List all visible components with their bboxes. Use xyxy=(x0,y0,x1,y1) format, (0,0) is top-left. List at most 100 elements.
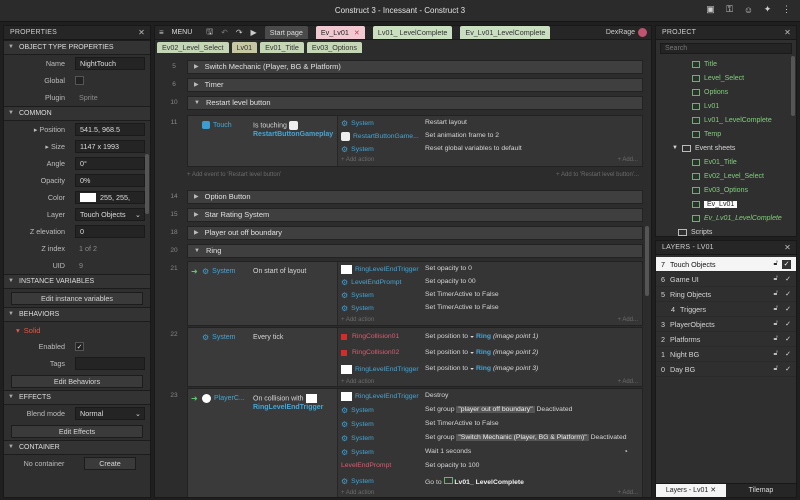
event-condition[interactable]: ⚙ System Every tick xyxy=(188,328,338,386)
action-row[interactable]: ⚙ System Set group "Switch Mechanic (Playe… xyxy=(339,432,642,446)
size-field[interactable]: 1147 x 1993 xyxy=(75,140,145,153)
section-container[interactable]: ▼ CONTAINER xyxy=(4,440,150,455)
event-22[interactable]: ⚙ System Every tick RingCollision01 Set po… xyxy=(187,327,643,387)
layer-item[interactable]: 4 Triggers 🔓︎ ✓ xyxy=(656,302,796,317)
condition-object[interactable]: PlayerC... xyxy=(202,394,245,403)
blend-select[interactable]: Normal ⌄ xyxy=(75,407,145,420)
layer-item[interactable]: 6 Game UI 🔓︎ ✓ xyxy=(656,272,796,287)
condition-text[interactable]: Is touching RestartButtonGameplay xyxy=(253,121,333,139)
lock-icon[interactable]: 🔓︎ xyxy=(773,290,778,298)
add-more-link[interactable]: + Add... xyxy=(617,317,638,323)
layer-item[interactable]: 2 Platforms 🔓︎ ✓ xyxy=(656,332,796,347)
lock-icon[interactable]: 🔓︎ xyxy=(773,335,778,343)
action-row[interactable]: RestartButtonGame... Set animation frame … xyxy=(339,130,642,144)
close-icon[interactable]: ✕ xyxy=(138,26,145,40)
add-to-group-link[interactable]: + Add to 'Restart level button'... xyxy=(556,172,639,178)
action-row[interactable]: RingLevelEndTrigger Set opacity to 0 xyxy=(339,263,642,277)
section-common[interactable]: ▼ COMMON xyxy=(4,106,150,121)
check-icon[interactable]: ✓ xyxy=(785,350,791,358)
tree-item-lv01[interactable]: Lv01 xyxy=(692,99,796,113)
check-icon[interactable]: ✓ xyxy=(785,305,791,313)
layer-item[interactable]: 7 Touch Objects 🔓︎ ✓ xyxy=(656,257,796,272)
person-icon[interactable]: ☺ xyxy=(743,4,754,15)
action-row[interactable]: ⚙ System Set TimerActive to False xyxy=(339,302,642,316)
event-23[interactable]: ➜ PlayerC... On collision with RingLevel… xyxy=(187,388,643,497)
puzzle-icon[interactable]: ✦ xyxy=(762,4,773,15)
tree-item-lv01-levelcomplete[interactable]: Lv01_ LevelComplete xyxy=(692,113,796,127)
add-action-link[interactable]: + Add action xyxy=(341,317,374,323)
position-field[interactable]: 541.5, 968.5 xyxy=(75,123,145,136)
redo-icon[interactable]: ↷ xyxy=(236,28,243,37)
event-condition[interactable]: ➜ PlayerC... On collision with RingLevel… xyxy=(188,389,338,497)
action-row[interactable]: ⚙ System Set group "player out off boundar… xyxy=(339,404,642,418)
action-row[interactable]: RingLevelEndTrigger Destroy xyxy=(339,390,642,404)
group-player-out-boundary[interactable]: ▶ Player out off boundary xyxy=(187,226,643,240)
add-action-link[interactable]: + Add action xyxy=(341,490,374,496)
lock-icon[interactable]: 🔓︎ xyxy=(773,275,778,283)
event-condition[interactable]: Touch Is touching RestartButtonGameplay xyxy=(188,116,338,166)
action-row[interactable]: RingCollision01 Set position to ◒ Ring (i… xyxy=(339,331,642,345)
menu-dots-icon[interactable]: ⋮ xyxy=(781,4,792,15)
tree-item-temp[interactable]: Temp xyxy=(692,127,796,141)
layer-item[interactable]: 3 PlayerObjects 🔓︎ ✓ xyxy=(656,317,796,332)
condition-text[interactable]: On start of layout xyxy=(253,267,306,276)
section-behaviors[interactable]: ▼ BEHAVIORS xyxy=(4,307,150,322)
tree-item-title[interactable]: Title xyxy=(692,57,796,71)
tab-lv01-levelcomplete[interactable]: Lv01_ LevelComplete xyxy=(372,26,453,39)
action-row[interactable]: LevelEndPrompt Set opacity to 100 xyxy=(339,460,642,474)
action-row[interactable]: ⚙ System Set TimerActive to False xyxy=(339,418,642,432)
save-icon[interactable]: ▣ xyxy=(705,4,716,15)
behavior-solid[interactable]: ▾ Solid xyxy=(4,322,150,338)
undo-icon[interactable]: ↶ xyxy=(221,28,228,37)
enabled-checkbox[interactable]: ✓ xyxy=(75,342,84,351)
search-input[interactable]: Search xyxy=(660,43,792,54)
group-restart-level-button[interactable]: ▼ Restart level button xyxy=(187,96,643,110)
event-21[interactable]: ➜ ⚙ System On start of layout RingLevelEn… xyxy=(187,261,643,326)
tree-item-options[interactable]: Options xyxy=(692,85,796,99)
action-row[interactable]: ⚙ System Restart layout xyxy=(339,117,642,131)
key-icon[interactable]: ⚿ xyxy=(724,4,735,15)
color-field[interactable]: 255, 255, xyxy=(75,191,145,204)
create-container-button[interactable]: Create xyxy=(84,457,136,470)
check-icon[interactable]: ✓ xyxy=(785,275,791,283)
condition-text[interactable]: Every tick xyxy=(253,333,283,342)
zelev-field[interactable]: 0 xyxy=(75,225,145,238)
close-icon[interactable]: ✕ xyxy=(784,26,791,40)
scrollbar[interactable] xyxy=(145,154,149,214)
action-row[interactable]: ⚙ System Set TimerActive to False xyxy=(339,289,642,303)
tags-field[interactable] xyxy=(75,357,145,370)
menu-button[interactable]: MENU xyxy=(172,29,193,36)
tree-item-ev03-options[interactable]: Ev03_Options xyxy=(692,183,796,197)
close-icon[interactable]: ✕ xyxy=(354,28,360,37)
name-field[interactable]: NightTouch xyxy=(75,57,145,70)
section-object-type[interactable]: ▼ OBJECT TYPE PROPERTIES xyxy=(4,40,150,55)
action-row[interactable]: ⚙ LevelEndPrompt Set opacity to 00 xyxy=(339,276,642,290)
edit-behaviors-button[interactable]: Edit Behaviors xyxy=(11,374,143,388)
play-icon[interactable]: ▶ xyxy=(251,28,257,37)
group-switch-mechanic[interactable]: ▶ Switch Mechanic (Player, BG & Platform) xyxy=(187,60,643,74)
layer-item[interactable]: 5 Ring Objects 🔓︎ ✓ xyxy=(656,287,796,302)
group-option-button[interactable]: ▶ Option Button xyxy=(187,190,643,204)
condition-object[interactable]: ⚙ System xyxy=(202,267,236,276)
edit-effects-button[interactable]: Edit Effects xyxy=(11,424,143,438)
action-row[interactable]: ⚙ System Wait 1 seconds ◔ xyxy=(339,446,642,460)
check-icon[interactable]: ✓ xyxy=(785,335,791,343)
event-condition[interactable]: ➜ ⚙ System On start of layout xyxy=(188,262,338,325)
layer-item[interactable]: 1 Night BG 🔓︎ ✓ xyxy=(656,347,796,362)
tab-ev-lv01-levelcomplete[interactable]: Ev_Lv01_LevelComplete xyxy=(460,26,551,39)
action-row[interactable]: ⚙ System Reset global variables to default xyxy=(339,143,642,157)
close-icon[interactable]: ✕ xyxy=(784,241,791,255)
action-row[interactable]: ⚙ System Go to Lv01_ LevelComplete xyxy=(339,475,642,489)
add-more-link[interactable]: + Add... xyxy=(617,490,638,496)
check-icon[interactable]: ✓ xyxy=(785,290,791,298)
add-more-link[interactable]: + Add... xyxy=(617,379,638,385)
lock-icon[interactable]: 🔓︎ xyxy=(773,260,778,268)
tree-item-level-select[interactable]: Level_Select xyxy=(692,71,796,85)
add-action-link[interactable]: + Add action xyxy=(341,157,374,163)
lock-icon[interactable]: 🔓︎ xyxy=(773,365,778,373)
tab-ev01-title[interactable]: Ev01_Title xyxy=(260,41,304,53)
condition-text[interactable]: On collision with RingLevelEndTrigger xyxy=(253,394,323,412)
lock-icon[interactable]: 🔓︎ xyxy=(773,320,778,328)
tab-tilemap[interactable]: Tilemap xyxy=(726,484,796,497)
layer-item[interactable]: 0 Day BG 🔓︎ ✓ xyxy=(656,362,796,377)
